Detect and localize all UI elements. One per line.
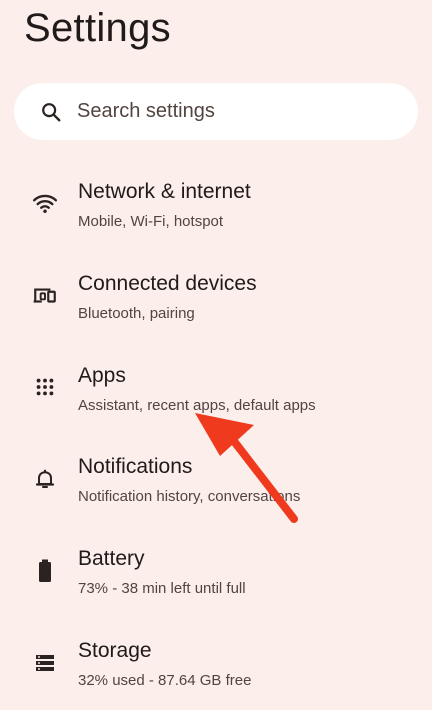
search-icon [39, 100, 63, 124]
setting-subtitle: 73% - 38 min left until full [78, 580, 246, 597]
page-title: Settings [24, 6, 171, 50]
setting-subtitle: Mobile, Wi-Fi, hotspot [78, 213, 224, 230]
setting-title: Notifications [78, 455, 193, 478]
connected-devices-icon [31, 281, 59, 309]
apps-grid-icon [31, 373, 59, 401]
search-input[interactable]: Search settings [14, 83, 418, 140]
setting-item-network[interactable]: Network & internet Mobile, Wi-Fi, hotspo… [0, 165, 432, 251]
search-placeholder: Search settings [77, 100, 215, 122]
setting-subtitle: Notification history, conversations [78, 488, 301, 505]
setting-title: Connected devices [78, 272, 257, 295]
setting-title: Battery [78, 547, 145, 570]
setting-item-storage[interactable]: Storage 32% used - 87.64 GB free [0, 624, 432, 710]
setting-item-notifications[interactable]: Notifications Notification history, conv… [0, 440, 432, 526]
setting-item-apps[interactable]: Apps Assistant, recent apps, default app… [0, 349, 432, 435]
setting-subtitle: Bluetooth, pairing [78, 305, 195, 322]
setting-title: Storage [78, 639, 152, 662]
setting-subtitle: 32% used - 87.64 GB free [78, 672, 252, 689]
setting-subtitle: Assistant, recent apps, default apps [78, 397, 316, 414]
setting-item-connected-devices[interactable]: Connected devices Bluetooth, pairing [0, 257, 432, 343]
battery-icon [31, 557, 59, 585]
bell-icon [31, 465, 59, 493]
setting-title: Apps [78, 364, 126, 387]
setting-item-battery[interactable]: Battery 73% - 38 min left until full [0, 532, 432, 618]
setting-title: Network & internet [78, 180, 251, 203]
wifi-icon [31, 189, 59, 217]
storage-icon [31, 649, 59, 677]
